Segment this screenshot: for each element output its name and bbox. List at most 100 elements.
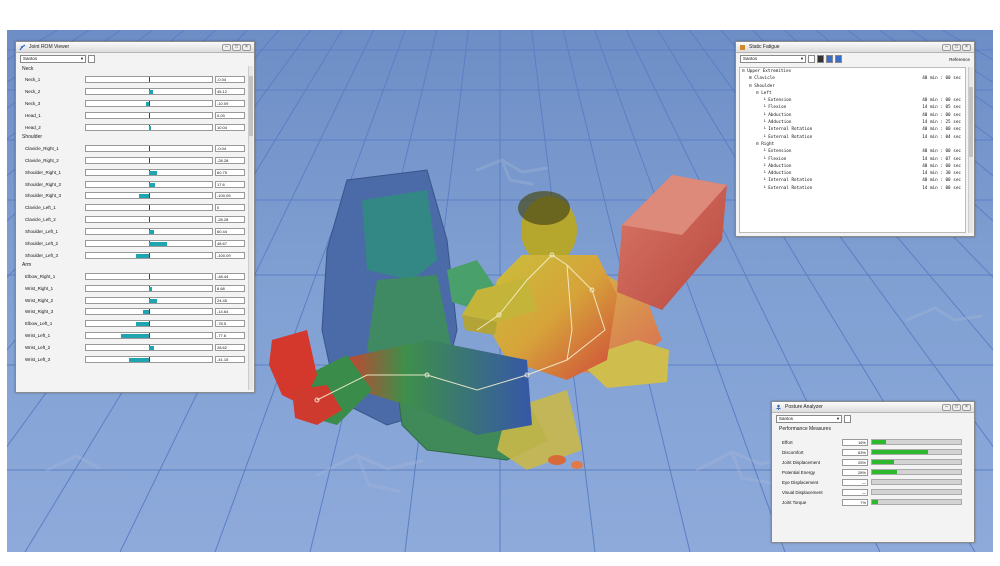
- measure-value-field[interactable]: 28%: [842, 468, 868, 476]
- posture-analyzer-window[interactable]: Posture Analyzer – □ × Santos ▼ Performan…: [771, 401, 975, 543]
- joint-range-bar[interactable]: [85, 168, 213, 176]
- joint-range-bar[interactable]: [85, 296, 213, 304]
- joint-range-bar[interactable]: [85, 124, 213, 131]
- joint-range-bar[interactable]: [85, 240, 213, 248]
- maximize-button[interactable]: □: [952, 43, 961, 51]
- joint-range-bar[interactable]: [85, 356, 213, 364]
- close-button[interactable]: ×: [242, 43, 251, 51]
- tree-item[interactable]: └ Internal Rotation 40 min : 00 sec: [740, 126, 965, 133]
- avatar-select[interactable]: Santos ▼: [20, 55, 86, 63]
- measure-value-field[interactable]: 63%: [842, 448, 868, 456]
- tree-item[interactable]: └ Adduction 14 min : 30 sec: [740, 170, 965, 177]
- joint-value-field[interactable]: 45.12: [215, 88, 245, 96]
- joint-range-bar[interactable]: [85, 192, 213, 200]
- joint-range-bar[interactable]: [85, 156, 213, 164]
- avatar-select[interactable]: Santos ▼: [740, 55, 806, 63]
- joint-range-bar[interactable]: [85, 180, 213, 188]
- joint-range-bar[interactable]: [85, 76, 213, 84]
- refresh-button[interactable]: [844, 415, 851, 423]
- save-button[interactable]: [826, 55, 833, 63]
- joint-range-bar[interactable]: [85, 284, 213, 292]
- refresh-button[interactable]: [88, 55, 95, 63]
- static-fatigue-window[interactable]: Static Fatigue – □ × Santos ▼ Reference ⊟…: [735, 41, 975, 237]
- joint-range-bar[interactable]: [85, 144, 213, 152]
- static-fatigue-titlebar[interactable]: Static Fatigue – □ ×: [736, 42, 974, 53]
- joint-range-bar[interactable]: [85, 88, 213, 96]
- joint-range-bar[interactable]: [85, 251, 213, 259]
- maximize-button[interactable]: □: [952, 403, 961, 411]
- joint-value-field[interactable]: 0: [215, 204, 245, 212]
- fatigue-scrollbar[interactable]: [968, 67, 973, 233]
- rom-scroll-thumb[interactable]: [249, 76, 253, 136]
- joint-value-field[interactable]: 24.45: [215, 296, 245, 304]
- rom-viewer-titlebar[interactable]: Joint ROM Viewer – □ ×: [16, 42, 254, 53]
- joint-value-field[interactable]: -28.28: [215, 216, 245, 224]
- close-button[interactable]: ×: [962, 403, 971, 411]
- joint-value-field[interactable]: -28.28: [215, 156, 245, 164]
- tree-item[interactable]: ⊟ Upper Extremities: [740, 68, 965, 75]
- tree-item[interactable]: └ Adduction 14 min : 25 sec: [740, 119, 965, 126]
- joint-value-field[interactable]: 6.68: [215, 284, 245, 292]
- tree-item[interactable]: └ Flexion 14 min : 05 sec: [740, 104, 965, 111]
- measure-value-field[interactable]: —: [842, 488, 868, 496]
- joint-range-bar[interactable]: [85, 204, 213, 212]
- joint-value-field[interactable]: -14.64: [215, 308, 245, 316]
- maximize-button[interactable]: □: [232, 43, 241, 51]
- tree-item[interactable]: ⊟ Left: [740, 90, 965, 97]
- joint-value-field[interactable]: 17.6: [215, 180, 245, 188]
- joint-range-bar[interactable]: [85, 228, 213, 236]
- close-button[interactable]: ×: [962, 43, 971, 51]
- minimize-button[interactable]: –: [942, 43, 951, 51]
- joint-range-bar[interactable]: [85, 112, 213, 120]
- joint-value-field[interactable]: -77.6: [215, 332, 245, 340]
- tree-item[interactable]: └ Extension 40 min : 00 sec: [740, 148, 965, 155]
- joint-value-field[interactable]: 48.67: [215, 240, 245, 248]
- measure-value-field[interactable]: 16%: [842, 438, 868, 446]
- minimize-button[interactable]: –: [222, 43, 231, 51]
- minimize-button[interactable]: –: [942, 403, 951, 411]
- joint-value-field[interactable]: 60.44: [215, 228, 245, 236]
- joint-value-field[interactable]: -48.44: [215, 272, 245, 280]
- joint-value-field[interactable]: 0.03: [215, 112, 245, 120]
- tree-item[interactable]: └ External Rotation 14 min : 04 sec: [740, 134, 965, 141]
- tree-item[interactable]: ⊟ Right: [740, 141, 965, 148]
- joint-value-field[interactable]: -100.09: [215, 251, 245, 259]
- tree-item[interactable]: └ External Rotation 14 min : 08 sec: [740, 185, 965, 192]
- posture-analyzer-titlebar[interactable]: Posture Analyzer – □ ×: [772, 402, 974, 413]
- tree-item[interactable]: └ Extension 40 min : 00 sec: [740, 97, 965, 104]
- tree-item[interactable]: └ Abduction 40 min : 00 sec: [740, 112, 965, 119]
- tree-item[interactable]: ⊞ Clavicle 40 min : 00 sec: [740, 75, 965, 82]
- joint-value-field[interactable]: -10.09: [215, 100, 245, 108]
- joint-value-field[interactable]: -100.05: [215, 192, 245, 200]
- joint-range-bar[interactable]: [85, 332, 213, 340]
- export-button[interactable]: [835, 55, 842, 63]
- rom-scrollbar[interactable]: [248, 66, 253, 390]
- measure-value-field[interactable]: —: [842, 478, 868, 486]
- joint-value-field[interactable]: 28.62: [215, 344, 245, 352]
- joint-value-field[interactable]: -0.04: [215, 144, 245, 152]
- reference-label[interactable]: Reference: [949, 57, 970, 62]
- tree-item[interactable]: └ Internal Rotation 40 min : 00 sec: [740, 177, 965, 184]
- joint-range-bar[interactable]: [85, 216, 213, 224]
- joint-range-bar[interactable]: [85, 100, 213, 108]
- rom-viewer-window[interactable]: Joint ROM Viewer – □ × Santos ▼ Neck Neck_…: [15, 41, 255, 393]
- joint-range-bar[interactable]: [85, 272, 213, 280]
- joint-range-bar[interactable]: [85, 344, 213, 352]
- joint-value-field[interactable]: 10.04: [215, 124, 245, 131]
- joint-value-field[interactable]: 60.75: [215, 168, 245, 176]
- 3d-viewport[interactable]: Joint ROM Viewer – □ × Santos ▼ Neck Neck_…: [7, 30, 993, 552]
- joint-range-bar[interactable]: [85, 308, 213, 316]
- refresh-button[interactable]: [808, 55, 815, 63]
- fatigue-scroll-thumb[interactable]: [969, 87, 973, 157]
- tree-item[interactable]: └ Abduction 40 min : 00 sec: [740, 163, 965, 170]
- record-button[interactable]: [817, 55, 824, 63]
- tree-item[interactable]: ⊟ Shoulder: [740, 83, 965, 90]
- measure-value-field[interactable]: 25%: [842, 458, 868, 466]
- joint-value-field[interactable]: -41.15: [215, 356, 245, 364]
- avatar-select[interactable]: Santos ▼: [776, 415, 842, 423]
- joint-range-bar[interactable]: [85, 320, 213, 328]
- measure-value-field[interactable]: 7%: [842, 498, 868, 506]
- joint-value-field[interactable]: -0.04: [215, 76, 245, 84]
- joint-value-field[interactable]: -78.5: [215, 320, 245, 328]
- tree-item[interactable]: └ Flexion 14 min : 07 sec: [740, 156, 965, 163]
